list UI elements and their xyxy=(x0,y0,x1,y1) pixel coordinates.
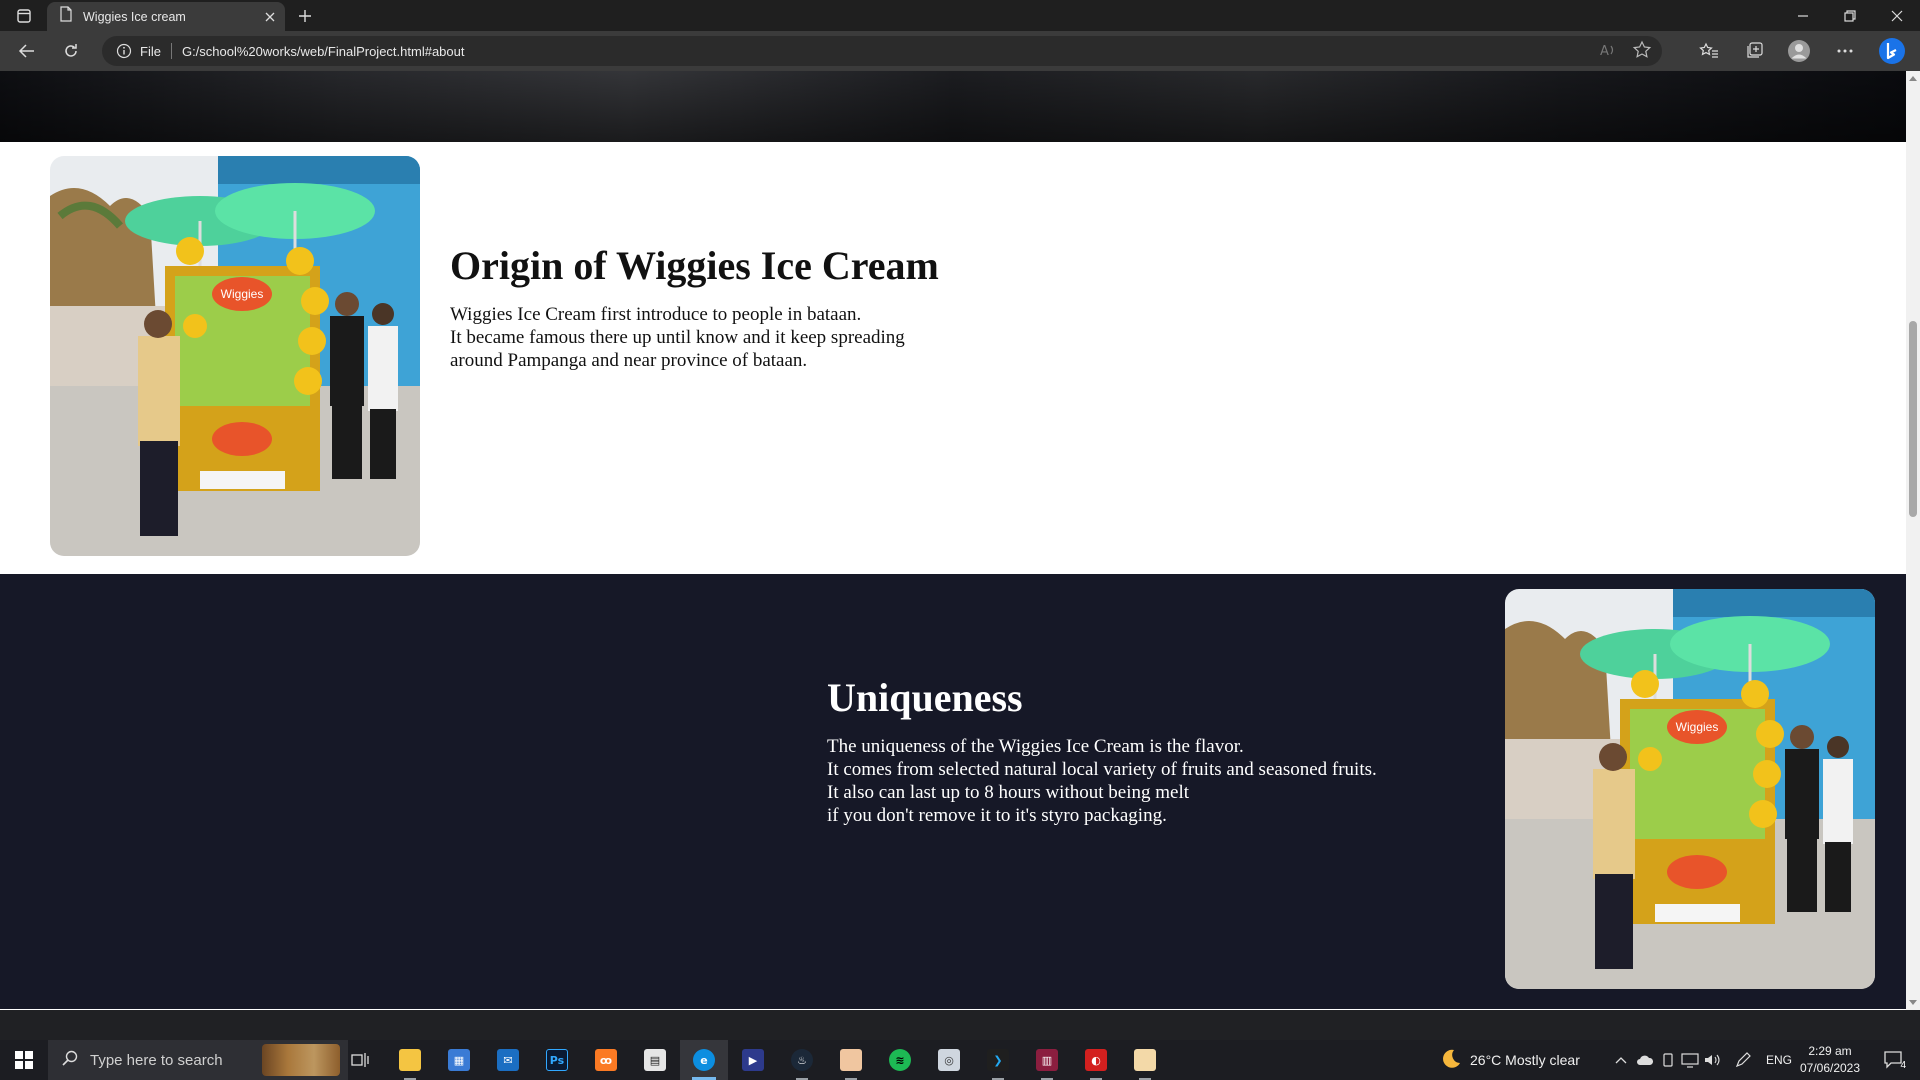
about-text-block: Origin of Wiggies Ice Cream Wiggies Ice … xyxy=(450,242,939,372)
weather-text: 26°C Mostly clear xyxy=(1470,1052,1580,1068)
about-line: Wiggies Ice Cream first introduce to peo… xyxy=(450,304,862,325)
info-icon[interactable] xyxy=(116,43,132,59)
scroll-up-arrow-icon[interactable] xyxy=(1909,74,1917,82)
game-app-icon[interactable] xyxy=(827,1040,875,1080)
steam-icon[interactable]: ♨ xyxy=(778,1040,826,1080)
weather-widget[interactable]: 26°C Mostly clear xyxy=(1440,1040,1580,1080)
scrollbar-thumb[interactable] xyxy=(1909,321,1917,517)
notification-count: 4 xyxy=(1900,1060,1906,1071)
browser-tab-active[interactable]: Wiggies Ice cream xyxy=(47,2,285,31)
more-menu-icon[interactable] xyxy=(1829,37,1861,65)
cart-sign-text-2: Wiggies xyxy=(1676,720,1719,734)
about-line: It became famous there up until know and… xyxy=(450,327,905,348)
minimize-button[interactable] xyxy=(1780,0,1826,31)
back-button[interactable] xyxy=(11,37,43,65)
tab-close-icon[interactable] xyxy=(261,8,279,26)
cart-photo: Wiggies xyxy=(50,156,420,556)
address-actions: A xyxy=(1598,40,1652,65)
address-bar[interactable]: File G:/school%20works/web/FinalProject.… xyxy=(102,36,1662,66)
uniqueness-line: It also can last up to 8 hours without b… xyxy=(827,782,1190,803)
vscode-icon[interactable]: ❯ xyxy=(974,1040,1022,1080)
address-scheme: File xyxy=(140,43,161,59)
start-button[interactable] xyxy=(0,1040,48,1080)
uniqueness-line: The uniqueness of the Wiggies Ice Cream … xyxy=(827,736,1244,757)
winrar-icon[interactable]: ▥ xyxy=(1023,1040,1071,1080)
tab-title: Wiggies Ice cream xyxy=(83,9,186,24)
task-view-icon[interactable] xyxy=(336,1040,384,1080)
refresh-button[interactable] xyxy=(55,37,87,65)
pen-icon[interactable] xyxy=(1734,1051,1752,1069)
uniqueness-heading: Uniqueness xyxy=(827,675,1023,720)
microsoft-store-icon[interactable]: ▦ xyxy=(435,1040,483,1080)
taskbar-search[interactable]: Type here to search xyxy=(48,1040,348,1080)
xampp-icon[interactable]: ꝏ xyxy=(582,1040,630,1080)
hero-banner-image xyxy=(0,71,1906,142)
show-hidden-icons-chevron-icon[interactable] xyxy=(1612,1051,1630,1069)
scroll-down-arrow-icon[interactable] xyxy=(1909,999,1917,1007)
photoshop-icon[interactable]: Ps xyxy=(533,1040,581,1080)
read-aloud-icon[interactable]: A xyxy=(1598,40,1618,65)
weather-moon-icon xyxy=(1440,1048,1462,1073)
favorites-icon[interactable] xyxy=(1693,37,1725,65)
notification-center-icon[interactable]: 4 xyxy=(1880,1051,1908,1071)
bing-chat-icon[interactable] xyxy=(1876,37,1908,65)
cart-photo-2: Wiggies xyxy=(1505,589,1875,989)
volume-icon[interactable] xyxy=(1703,1051,1721,1069)
file-explorer-icon[interactable] xyxy=(386,1040,434,1080)
search-placeholder: Type here to search xyxy=(90,1051,223,1069)
spotify-icon[interactable]: ≋ xyxy=(876,1040,924,1080)
language-indicator[interactable]: ENG xyxy=(1766,1040,1792,1080)
clock-time: 2:29 am xyxy=(1808,1044,1852,1058)
uniqueness-text-block: Uniqueness The uniqueness of the Wiggies… xyxy=(827,674,1377,827)
page-scrollbar[interactable] xyxy=(1906,71,1920,1010)
clapper-app-icon[interactable]: ▤ xyxy=(631,1040,679,1080)
onedrive-icon[interactable] xyxy=(1636,1051,1654,1069)
mail-icon[interactable]: ✉ xyxy=(484,1040,532,1080)
power-automate-icon[interactable]: ▶ xyxy=(729,1040,777,1080)
tab-actions-icon[interactable] xyxy=(10,5,38,27)
about-heading: Origin of Wiggies Ice Cream xyxy=(450,243,939,288)
uniqueness-paragraph: The uniqueness of the Wiggies Ice Cream … xyxy=(827,735,1377,827)
uniqueness-line: if you don't remove it to it's styro pac… xyxy=(827,805,1167,826)
taskbar-clock[interactable]: 2:29 am 07/06/2023 xyxy=(1794,1043,1866,1077)
collections-icon[interactable] xyxy=(1738,37,1770,65)
favorite-star-icon[interactable] xyxy=(1632,40,1652,65)
address-divider xyxy=(170,43,172,59)
browser-tab-bar: Wiggies Ice cream xyxy=(0,0,1920,31)
uniqueness-section: Uniqueness The uniqueness of the Wiggies… xyxy=(0,574,1906,1009)
about-section: Wiggies Origin of Wiggies Ice Cream Wigg… xyxy=(0,142,1906,574)
windows-taskbar: Type here to search ▦ ✉ Ps ꝏ ▤ e ▶ ♨ ≋ ◎… xyxy=(0,1040,1920,1080)
search-highlight-image xyxy=(262,1044,340,1076)
address-url[interactable]: G:/school%20works/web/FinalProject.html#… xyxy=(182,44,465,59)
clock-date: 07/06/2023 xyxy=(1799,1061,1861,1075)
edge-browser-icon[interactable]: e xyxy=(680,1040,728,1080)
page-viewport: Wiggies Origin of Wiggies Ice Cream Wigg… xyxy=(0,71,1906,1010)
uniqueness-line: It comes from selected natural local var… xyxy=(827,759,1377,780)
cart-sign-text: Wiggies xyxy=(221,287,264,301)
page-icon xyxy=(59,6,73,27)
search-icon xyxy=(62,1050,78,1071)
device-icon[interactable] xyxy=(1659,1051,1677,1069)
launcher-app-icon[interactable]: ◎ xyxy=(925,1040,973,1080)
close-window-button[interactable] xyxy=(1874,0,1920,31)
game-app-2-icon[interactable] xyxy=(1121,1040,1169,1080)
browser-toolbar: File G:/school%20works/web/FinalProject.… xyxy=(0,31,1920,71)
garena-icon[interactable]: ◐ xyxy=(1072,1040,1120,1080)
restore-button[interactable] xyxy=(1827,0,1873,31)
profile-avatar-icon[interactable] xyxy=(1783,37,1815,65)
network-icon[interactable] xyxy=(1681,1051,1699,1069)
new-tab-button[interactable] xyxy=(292,4,318,28)
about-line: around Pampanga and near province of bat… xyxy=(450,350,808,371)
svg-text:A: A xyxy=(1600,44,1609,59)
about-paragraph: Wiggies Ice Cream first introduce to peo… xyxy=(450,303,939,372)
